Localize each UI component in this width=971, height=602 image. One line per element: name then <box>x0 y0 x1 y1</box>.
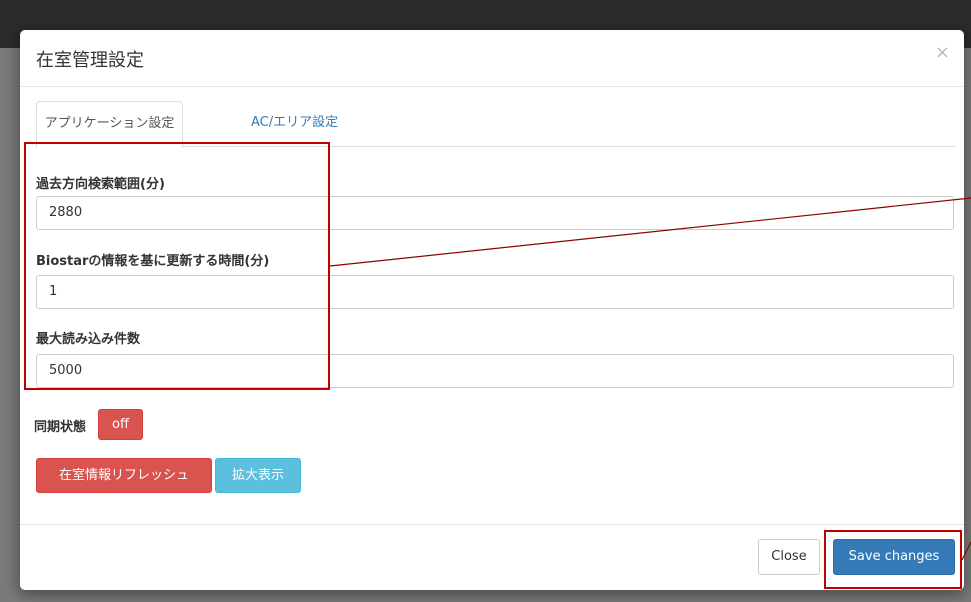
sync-status-label: 同期状態 <box>34 420 87 435</box>
close-icon[interactable]: × <box>935 44 950 62</box>
zoom-view-button[interactable]: 拡大表示 <box>215 458 301 493</box>
tab-ac-area-settings[interactable]: AC/エリア設定 <box>233 101 356 145</box>
modal-title: 在室管理設定 <box>36 50 144 71</box>
tab-bar: アプリケーション設定 AC/エリア設定 <box>36 101 956 148</box>
modal-header: 在室管理設定 × <box>20 30 964 87</box>
tab-application-settings[interactable]: アプリケーション設定 <box>36 101 183 148</box>
close-button[interactable]: Close <box>758 539 820 575</box>
refresh-presence-button[interactable]: 在室情報リフレッシュ <box>36 458 212 493</box>
footer-divider <box>20 524 964 525</box>
annotation-box-save <box>824 530 962 589</box>
annotation-box-form <box>24 142 330 390</box>
sync-toggle-button[interactable]: off <box>98 409 143 440</box>
